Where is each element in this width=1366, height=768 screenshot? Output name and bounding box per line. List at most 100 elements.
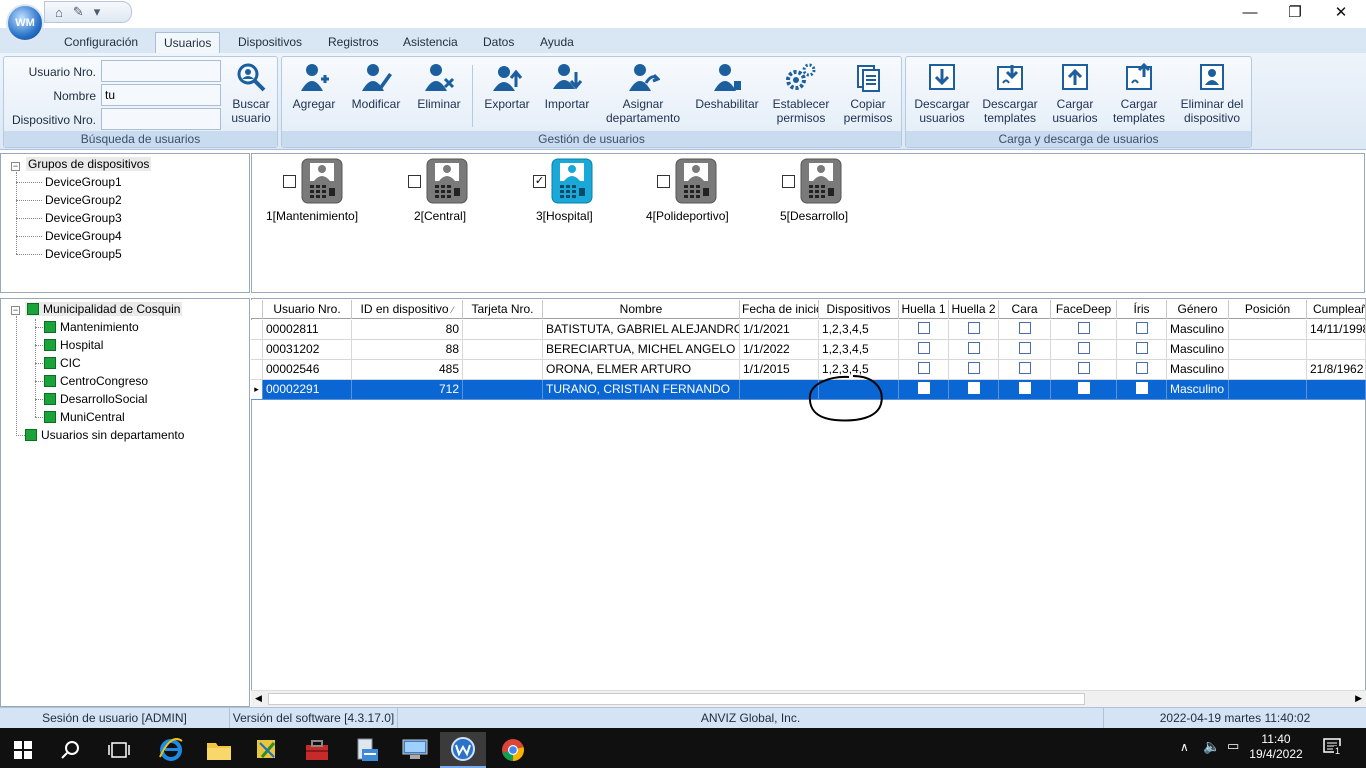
disable-user-button[interactable]: Deshabilitar <box>692 61 762 111</box>
table-cell[interactable] <box>1229 360 1307 380</box>
department-item[interactable]: DesarrolloSocial <box>44 392 147 406</box>
chevron-up-icon[interactable]: ∧ <box>1180 740 1189 754</box>
column-header[interactable]: Huella 1 <box>899 300 949 319</box>
table-cell[interactable]: 21/8/1962 <box>1307 360 1366 380</box>
file-explorer-icon[interactable] <box>196 732 242 768</box>
table-cell[interactable] <box>1229 340 1307 360</box>
department-item[interactable]: CIC <box>44 356 81 370</box>
tab-registros[interactable]: Registros <box>320 32 387 53</box>
import-button[interactable]: Importar <box>540 61 594 111</box>
checkbox[interactable] <box>1018 382 1031 394</box>
department-item[interactable]: CentroCongreso <box>44 374 148 388</box>
table-cell[interactable]: Masculino <box>1167 320 1229 340</box>
table-cell[interactable]: TURANO, CRISTIAN FERNANDO <box>543 380 740 400</box>
table-cell[interactable] <box>1229 320 1307 340</box>
export-button[interactable]: Exportar <box>480 61 534 111</box>
department-root[interactable]: Municipalidad de Cosquin <box>25 302 183 316</box>
tab-datos[interactable]: Datos <box>475 32 522 53</box>
search-icon[interactable] <box>48 732 94 768</box>
terminal-device-icon[interactable] <box>301 158 343 204</box>
checkbox[interactable] <box>967 382 980 394</box>
computer-management-icon[interactable] <box>392 732 438 768</box>
scrollbar-thumb[interactable] <box>268 693 1085 705</box>
checkbox[interactable] <box>917 322 930 334</box>
checkbox[interactable] <box>917 382 930 394</box>
upload-templates-button[interactable]: Cargar templates <box>1108 61 1170 125</box>
column-header[interactable]: Íris <box>1117 300 1167 319</box>
device-group-item[interactable]: DeviceGroup5 <box>45 247 122 261</box>
task-view-icon[interactable] <box>96 732 142 768</box>
terminal-device-icon[interactable] <box>675 158 717 204</box>
internet-explorer-icon[interactable] <box>148 732 194 768</box>
terminal-device-icon[interactable] <box>426 158 468 204</box>
table-cell-checkbox[interactable] <box>949 320 999 340</box>
device-checkbox[interactable] <box>408 175 421 188</box>
checkbox[interactable] <box>1135 342 1148 354</box>
checkbox[interactable] <box>1135 382 1148 394</box>
table-cell[interactable]: 1,2,3,4,5 <box>819 340 899 360</box>
table-cell-checkbox[interactable] <box>1051 360 1117 380</box>
device-checkbox-checked[interactable]: ✓ <box>533 175 546 188</box>
table-cell-checkbox[interactable] <box>999 360 1051 380</box>
horizontal-scrollbar[interactable]: ◀ ▶ <box>251 690 1366 707</box>
table-cell[interactable] <box>463 380 543 400</box>
no-department-item[interactable]: Usuarios sin departamento <box>25 428 184 442</box>
terminal-device-icon[interactable] <box>800 158 842 204</box>
table-cell[interactable]: 00031202 <box>263 340 352 360</box>
table-cell[interactable]: 00002291 <box>263 380 352 400</box>
table-row[interactable]: 00031202 88 BERECIARTUA, MICHEL ANGELO 1/1/… <box>251 340 1366 360</box>
column-header[interactable]: Fecha de inicio <box>740 300 819 319</box>
column-header[interactable]: Dispositivos <box>819 300 899 319</box>
checkbox[interactable] <box>1018 322 1031 334</box>
device-checkbox[interactable] <box>283 175 296 188</box>
column-header[interactable]: FaceDeep <box>1051 300 1117 319</box>
table-cell[interactable]: 1/1/2021 <box>740 320 819 340</box>
copy-permissions-button[interactable]: Copiar permisos <box>838 61 898 125</box>
table-cell-checkbox[interactable] <box>949 360 999 380</box>
table-cell[interactable] <box>463 340 543 360</box>
checkbox[interactable] <box>1135 362 1148 374</box>
close-button[interactable]: ✕ <box>1318 2 1364 24</box>
device-groups-root[interactable]: Grupos de dispositivos <box>26 157 152 171</box>
clock[interactable]: 11:40 19/4/2022 <box>1244 732 1308 762</box>
checkbox[interactable] <box>917 342 930 354</box>
windows-start-icon[interactable] <box>0 732 46 768</box>
scroll-right-icon[interactable]: ▶ <box>1355 693 1362 704</box>
user-number-input[interactable] <box>101 60 221 82</box>
table-cell-checkbox[interactable] <box>1117 320 1167 340</box>
table-cell[interactable]: 14/11/1998 <box>1307 320 1366 340</box>
device-group-item[interactable]: DeviceGroup2 <box>45 193 122 207</box>
checkbox[interactable] <box>967 362 980 374</box>
table-cell-checkbox[interactable] <box>1051 340 1117 360</box>
table-cell-checkbox[interactable] <box>1117 360 1167 380</box>
table-cell[interactable]: 1,2,3,4,5 <box>819 320 899 340</box>
table-cell-checkbox[interactable] <box>899 320 949 340</box>
department-item[interactable]: Hospital <box>44 338 103 352</box>
checkbox[interactable] <box>1077 382 1090 394</box>
table-cell[interactable]: 00002811 <box>263 320 352 340</box>
column-header[interactable]: Género <box>1167 300 1229 319</box>
checkbox[interactable] <box>967 342 980 354</box>
checkbox[interactable] <box>967 322 980 334</box>
table-cell-checkbox[interactable] <box>1051 320 1117 340</box>
delete-user-button[interactable]: Eliminar <box>413 61 465 111</box>
tab-asistencia[interactable]: Asistencia <box>395 32 466 53</box>
tab-dispositivos[interactable]: Dispositivos <box>230 32 310 53</box>
upload-users-button[interactable]: Cargar usuarios <box>1048 61 1102 125</box>
table-cell[interactable]: Masculino <box>1167 360 1229 380</box>
column-header[interactable]: Huella 2 <box>949 300 999 319</box>
column-header[interactable]: Posición <box>1229 300 1307 319</box>
table-cell[interactable]: BERECIARTUA, MICHEL ANGELO <box>543 340 740 360</box>
checkbox[interactable] <box>917 362 930 374</box>
app-tool-icon[interactable] <box>244 732 290 768</box>
table-row[interactable]: 00002811 80 BATISTUTA, GABRIEL ALEJANDRO 1/… <box>251 320 1366 340</box>
checkbox[interactable] <box>1135 322 1148 334</box>
modify-user-button[interactable]: Modificar <box>346 61 406 111</box>
device-group-item[interactable]: DeviceGroup3 <box>45 211 122 225</box>
tab-ayuda[interactable]: Ayuda <box>532 32 582 53</box>
table-cell[interactable]: 80 <box>352 320 463 340</box>
table-cell[interactable] <box>1307 340 1366 360</box>
table-cell-checkbox[interactable] <box>1117 380 1167 400</box>
table-cell[interactable] <box>463 360 543 380</box>
department-item[interactable]: MuniCentral <box>44 410 125 424</box>
